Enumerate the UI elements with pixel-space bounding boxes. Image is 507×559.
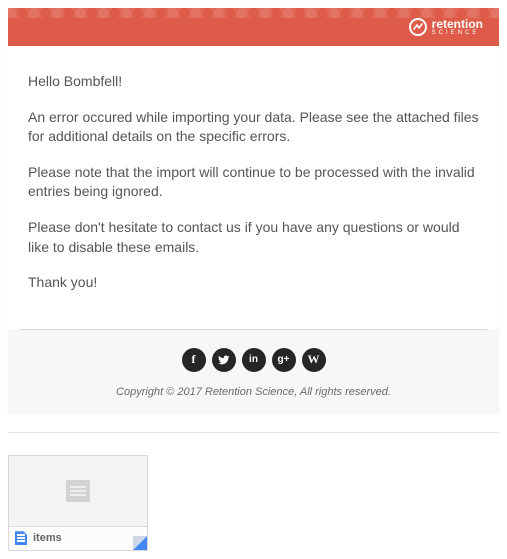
email-body: Hello Bombfell! An error occured while i… xyxy=(8,46,499,329)
twitter-icon[interactable] xyxy=(212,348,236,372)
body-paragraph-2: Please note that the import will continu… xyxy=(28,163,479,202)
attachment-bar: items xyxy=(9,526,147,550)
thanks-text: Thank you! xyxy=(28,273,479,293)
brand-name-bottom: SCIENCE xyxy=(432,30,483,36)
body-paragraph-1: An error occured while importing your da… xyxy=(28,108,479,147)
linkedin-glyph: in xyxy=(249,354,258,365)
wordpress-icon[interactable]: W xyxy=(302,348,326,372)
email-container: retention SCIENCE Hello Bombfell! An err… xyxy=(8,8,499,414)
twitter-glyph xyxy=(218,354,230,366)
divider-line xyxy=(20,329,487,330)
email-header: retention SCIENCE xyxy=(8,8,499,46)
attachment-filename: items xyxy=(33,532,62,544)
wordpress-glyph: W xyxy=(308,352,320,367)
section-divider xyxy=(8,432,499,433)
file-icon xyxy=(15,531,27,545)
attachment-preview xyxy=(9,456,147,526)
facebook-icon[interactable]: f xyxy=(182,348,206,372)
greeting-text: Hello Bombfell! xyxy=(28,72,479,92)
attachment-card[interactable]: items xyxy=(8,455,148,551)
brand-text: retention SCIENCE xyxy=(432,18,483,36)
brand-name-top: retention xyxy=(432,18,483,30)
googleplus-glyph: g+ xyxy=(278,354,290,365)
brand-logo: retention SCIENCE xyxy=(409,18,483,36)
facebook-glyph: f xyxy=(192,352,196,367)
fold-corner-icon xyxy=(133,536,147,550)
linkedin-icon[interactable]: in xyxy=(242,348,266,372)
googleplus-icon[interactable]: g+ xyxy=(272,348,296,372)
body-paragraph-3: Please don't hesitate to contact us if y… xyxy=(28,218,479,257)
brand-mark-icon xyxy=(409,18,427,36)
social-row: f in g+ W xyxy=(8,338,499,380)
copyright-text: Copyright © 2017 Retention Science, All … xyxy=(8,380,499,402)
document-icon xyxy=(66,480,90,502)
